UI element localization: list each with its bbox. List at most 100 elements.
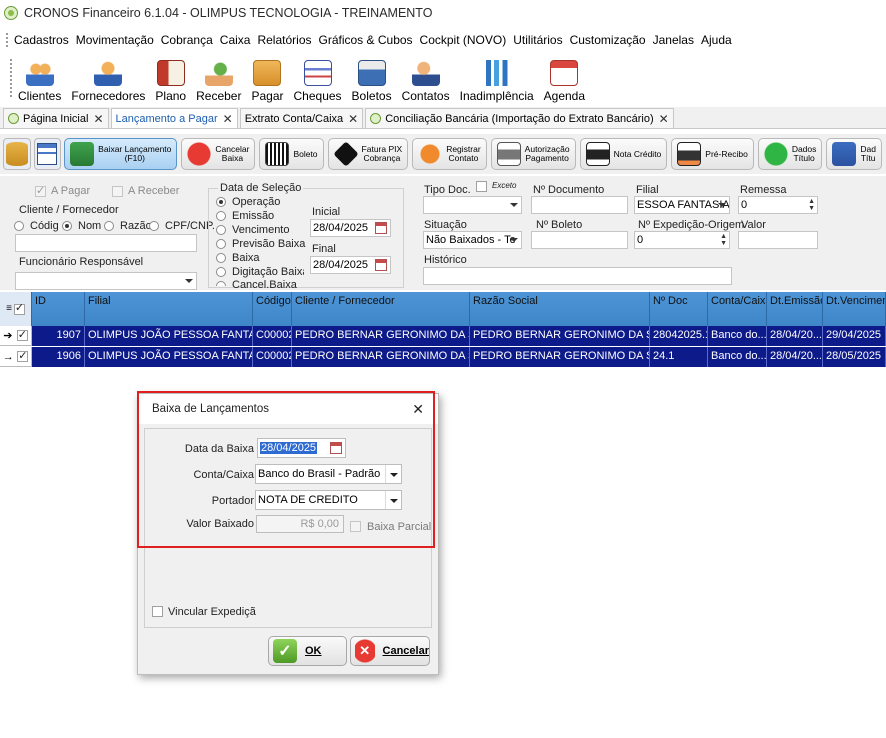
nota-credito-button[interactable]: Nota Crédito <box>579 138 668 170</box>
menu-janelas[interactable]: Janelas <box>653 33 694 47</box>
radio-baixa[interactable] <box>216 253 226 263</box>
col-codigo[interactable]: Código <box>253 292 292 326</box>
cliente-fornecedor-input[interactable] <box>15 234 197 252</box>
row-indicator[interactable]: ➔ <box>0 326 32 346</box>
chevron-down-icon[interactable] <box>385 491 401 509</box>
tab-conciliacao[interactable]: Conciliação Bancária (Importação do Extr… <box>365 108 674 128</box>
calendar-icon[interactable] <box>330 442 342 454</box>
row-checkbox[interactable] <box>16 328 28 341</box>
close-icon[interactable]: ✕ <box>223 112 233 126</box>
exceto-checkbox[interactable] <box>476 181 487 192</box>
col-n-doc[interactable]: Nº Doc <box>650 292 708 326</box>
edit-record-button[interactable] <box>33 138 62 170</box>
menu-cockpit[interactable]: Cockpit (NOVO) <box>420 33 507 47</box>
add-record-button[interactable] <box>3 138 31 170</box>
radio-codigo[interactable] <box>14 221 24 231</box>
boleto-button[interactable]: Boleto <box>259 138 324 170</box>
menu-ajuda[interactable]: Ajuda <box>701 33 732 47</box>
toolbar-clientes[interactable]: Clientes <box>18 55 61 103</box>
radio-razao[interactable] <box>104 221 114 231</box>
toolbar-boletos[interactable]: Boletos <box>352 55 392 103</box>
valor-input[interactable] <box>738 231 818 249</box>
calendar-icon[interactable] <box>375 222 387 234</box>
dados-titulo-email-button[interactable]: Dad Títu <box>826 138 882 170</box>
grid-header: ≡ ID Filial Código Cliente / Fornecedor … <box>0 292 886 326</box>
toolbar-contatos[interactable]: Contatos <box>402 55 450 103</box>
historico-input[interactable] <box>423 267 732 285</box>
radio-nome[interactable] <box>62 221 72 231</box>
menu-customizacao[interactable]: Customização <box>570 33 646 47</box>
autorizacao-pagamento-button[interactable]: Autorização Pagamento <box>490 138 576 170</box>
menu-utilitarios[interactable]: Utilitários <box>513 33 562 47</box>
data-baixa-input[interactable]: 28/04/2025 <box>257 438 346 458</box>
dados-titulo-button[interactable]: Dados Título <box>757 138 823 170</box>
toolbar-inadimplencia[interactable]: Inadimplência <box>460 55 534 103</box>
n-documento-input[interactable] <box>531 196 628 214</box>
select-all-header[interactable]: ≡ <box>0 292 32 326</box>
col-dt-vencimento[interactable]: Dt.Vencimento <box>823 292 886 326</box>
valor-baixado-input[interactable]: R$ 0,00 <box>256 515 344 533</box>
calendar-icon[interactable] <box>375 259 387 271</box>
toolbar-agenda[interactable]: Agenda <box>544 55 585 103</box>
registrar-contato-button[interactable]: Registrar Contato <box>412 138 487 170</box>
table-row[interactable]: → 1906 OLIMPUS JOÃO PESSOA FANTASIA C000… <box>0 347 886 367</box>
tab-pagina-inicial[interactable]: Página Inicial ✕ <box>3 108 109 128</box>
menu-cadastros[interactable]: Cadastros <box>14 33 69 47</box>
radio-cpf[interactable] <box>149 221 159 231</box>
radio-emissao[interactable] <box>216 211 226 221</box>
radio-operacao[interactable] <box>216 197 226 207</box>
menu-movimentacao[interactable]: Movimentação <box>76 33 154 47</box>
radio-digitacao-baixa[interactable] <box>216 267 226 277</box>
toolbar-fornecedores[interactable]: Fornecedores <box>71 55 145 103</box>
toolbar-receber[interactable]: Receber <box>196 55 241 103</box>
select-all-checkbox[interactable] <box>13 302 25 315</box>
close-icon[interactable]: ✕ <box>659 112 669 126</box>
tab-lancamento-pagar[interactable]: Lançamento a Pagar ✕ <box>110 108 238 128</box>
data-selecao-label: Data de Seleção <box>218 182 304 194</box>
remessa-spin[interactable]: 0 ▲ ▼ <box>738 196 818 214</box>
row-indicator[interactable]: → <box>0 347 32 367</box>
baixa-parcial-checkbox[interactable] <box>350 521 361 532</box>
pre-recibo-button[interactable]: Pré-Recibo <box>671 138 754 170</box>
toolbar-cheques[interactable]: Cheques <box>294 55 342 103</box>
radio-vencimento[interactable] <box>216 225 226 235</box>
inicial-date-input[interactable]: 28/04/2025 <box>310 219 391 237</box>
vincular-expedicao-checkbox[interactable] <box>152 606 163 617</box>
toolbar-plano[interactable]: Plano <box>155 55 186 103</box>
col-razao-social[interactable]: Razão Social <box>470 292 650 326</box>
col-id[interactable]: ID <box>32 292 85 326</box>
portador-select[interactable]: NOTA DE CREDITO <box>255 490 402 510</box>
close-icon[interactable]: ✕ <box>348 112 358 126</box>
col-dt-emissao[interactable]: Dt.Emissão <box>767 292 823 326</box>
menu-cobranca[interactable]: Cobrança <box>161 33 213 47</box>
n-expedicao-spin[interactable]: 0 ▲ ▼ <box>634 231 730 249</box>
n-boleto-input[interactable] <box>531 231 628 249</box>
radio-previsao-baixa[interactable] <box>216 239 226 249</box>
toolbar-pagar[interactable]: Pagar <box>251 55 284 103</box>
situacao-select[interactable]: Não Baixados - Te <box>423 231 522 249</box>
filial-select[interactable]: ESSOA FANTASIA <box>634 196 730 214</box>
close-icon[interactable]: ✕ <box>412 401 424 418</box>
baixar-lancamento-button[interactable]: Baixar Lançamento (F10) <box>64 138 178 170</box>
tab-extrato-conta[interactable]: Extrato Conta/Caixa ✕ <box>239 108 364 128</box>
final-date-input[interactable]: 28/04/2025 <box>310 256 391 274</box>
close-icon[interactable]: ✕ <box>93 112 103 126</box>
chevron-down-icon[interactable] <box>385 465 401 483</box>
menu-caixa[interactable]: Caixa <box>220 33 251 47</box>
menu-relatorios[interactable]: Relatórios <box>257 33 311 47</box>
funcionario-select[interactable] <box>15 272 197 290</box>
col-conta-caixa[interactable]: Conta/Caixa <box>708 292 767 326</box>
tipo-doc-select[interactable] <box>423 196 522 214</box>
col-filial[interactable]: Filial <box>85 292 253 326</box>
cancelar-button[interactable]: ✕ Cancelar <box>350 636 430 666</box>
fatura-pix-button[interactable]: Fatura PIX Cobrança <box>327 138 409 170</box>
a-receber-checkbox[interactable] <box>112 186 123 197</box>
col-cliente-fornecedor[interactable]: Cliente / Fornecedor <box>292 292 470 326</box>
conta-caixa-select[interactable]: Banco do Brasil - Padrão <box>255 464 402 484</box>
row-checkbox[interactable] <box>17 349 29 362</box>
cancelar-baixa-button[interactable]: Cancelar Baixa <box>181 138 256 170</box>
menu-graficos[interactable]: Gráficos & Cubos <box>319 33 413 47</box>
ok-button[interactable]: ✓ OK <box>268 636 347 666</box>
table-row[interactable]: ➔ 1907 OLIMPUS JOÃO PESSOA FANTASIA C000… <box>0 326 886 346</box>
a-pagar-checkbox[interactable] <box>35 184 46 197</box>
